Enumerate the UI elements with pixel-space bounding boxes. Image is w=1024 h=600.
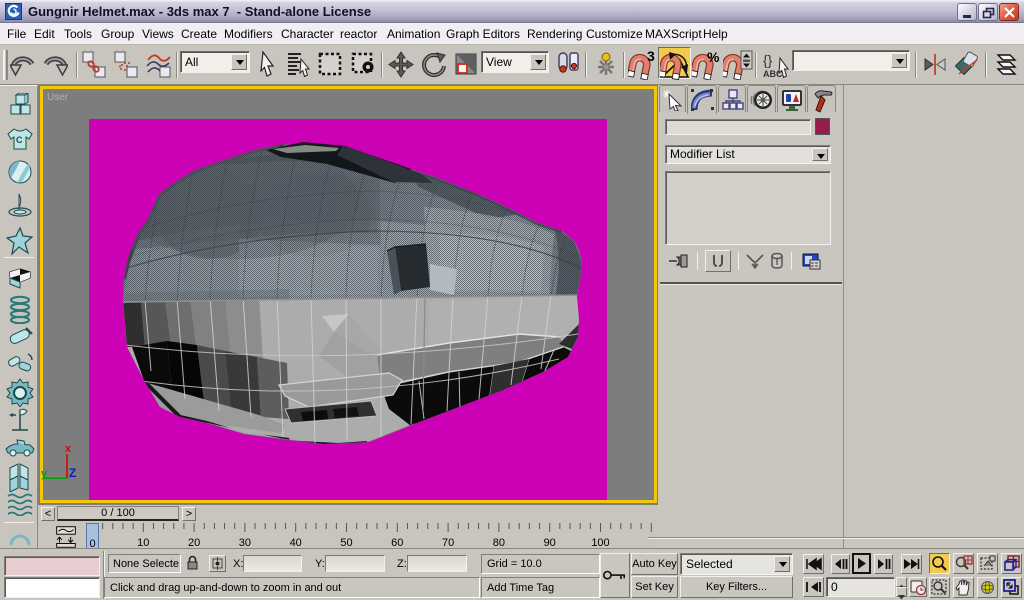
svg-text:x: x (65, 443, 72, 455)
svg-text:%: % (707, 49, 720, 65)
svg-text:y: y (41, 468, 48, 480)
svg-text:{}: {} (763, 52, 773, 68)
svg-text:3: 3 (647, 49, 655, 64)
svg-text:C: C (16, 135, 23, 145)
svg-text:Z: Z (69, 466, 76, 480)
